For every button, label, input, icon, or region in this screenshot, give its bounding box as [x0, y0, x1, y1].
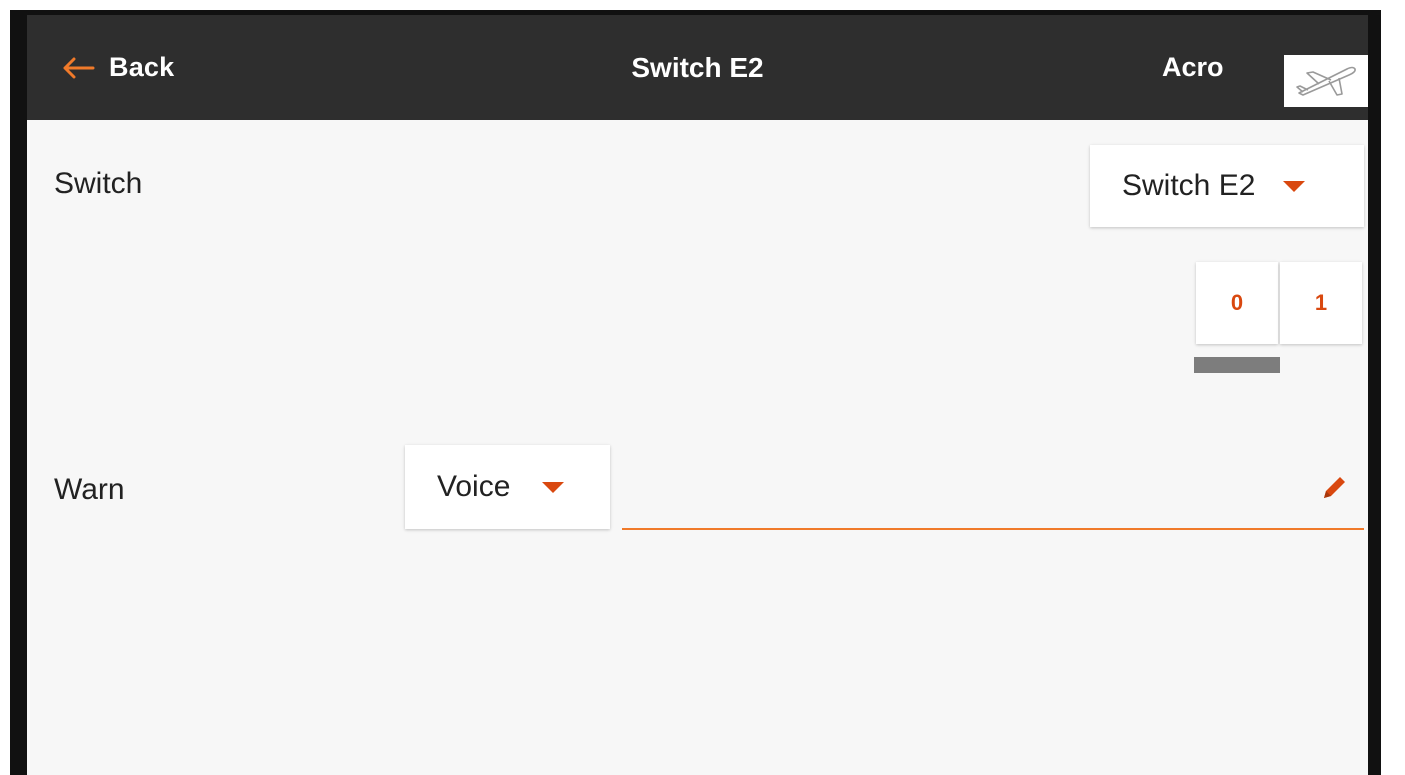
switch-label: Switch — [54, 167, 143, 200]
switch-select[interactable]: Switch E2 — [1090, 145, 1364, 227]
flight-mode-label: Acro — [1162, 52, 1224, 82]
warn-text-underline — [622, 528, 1364, 530]
switch-position-0: 0 — [1196, 262, 1278, 344]
chevron-down-icon — [542, 481, 565, 493]
warn-text-field[interactable] — [622, 448, 1364, 526]
model-type-button[interactable] — [1284, 55, 1368, 107]
header-bar: Back Switch E2 Acro — [27, 15, 1368, 120]
airplane-icon — [1296, 66, 1356, 96]
warn-label: Warn — [54, 473, 125, 506]
chevron-down-icon — [1283, 180, 1306, 192]
switch-select-value: Switch E2 — [1122, 169, 1256, 202]
warn-type-value: Voice — [437, 470, 511, 503]
switch-position-label: 1 — [1314, 290, 1328, 315]
pencil-icon[interactable] — [1318, 472, 1350, 504]
active-position-indicator — [1194, 357, 1280, 373]
switch-position-label: 0 — [1230, 290, 1244, 315]
switch-position-1: 1 — [1280, 262, 1362, 344]
warn-type-select[interactable]: Voice — [405, 445, 610, 529]
